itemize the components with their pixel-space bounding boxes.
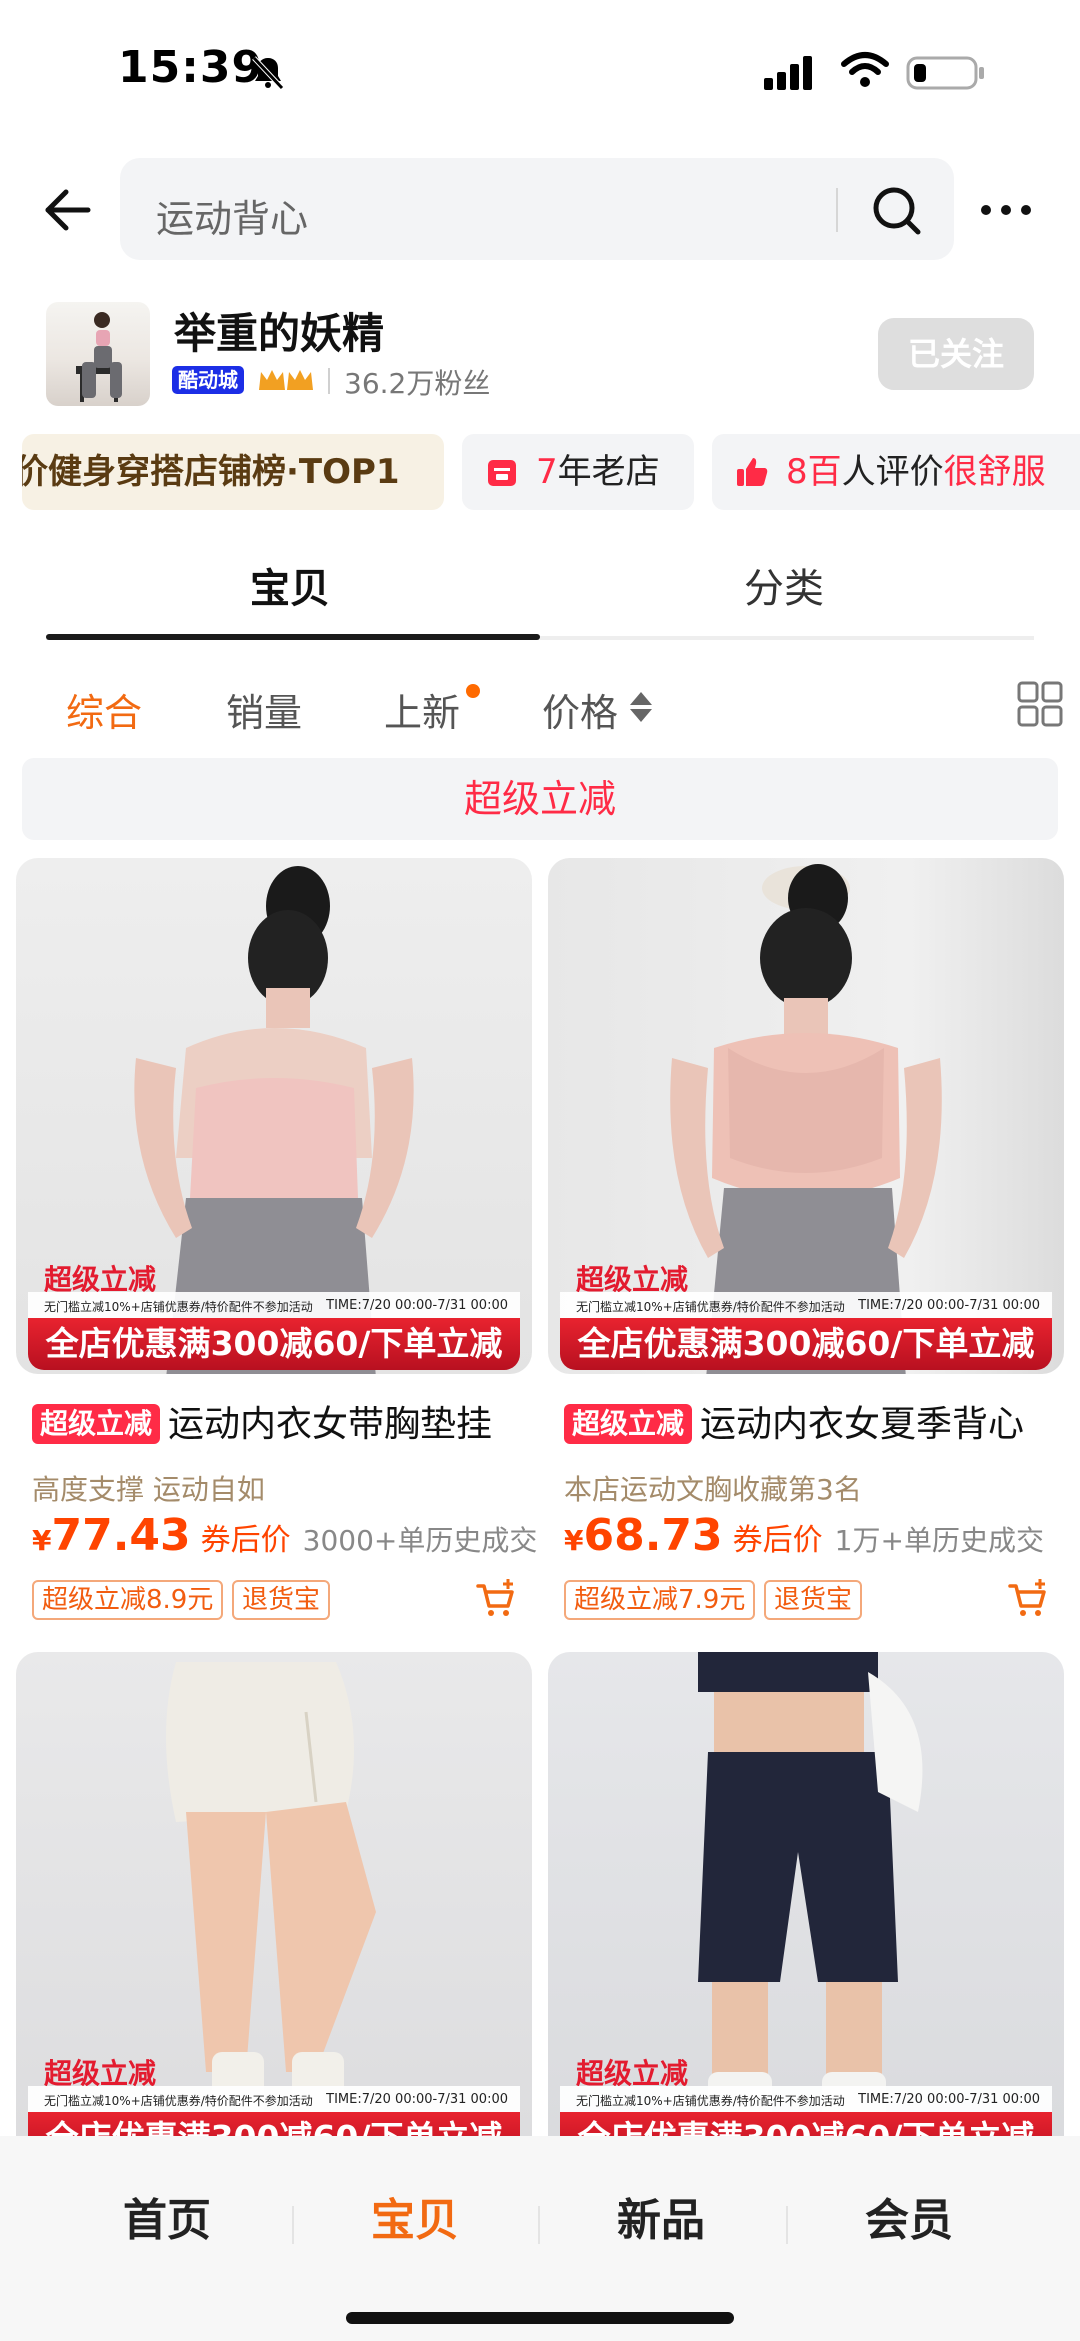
product-title[interactable]: 运动内衣女带胸垫挂	[168, 1398, 492, 1452]
after-coupon-label: 券后价	[732, 1523, 823, 1558]
years-badge[interactable]: 7年老店	[462, 434, 694, 510]
currency-symbol: ¥	[32, 1524, 52, 1557]
years-text: 年老店	[557, 452, 660, 492]
new-indicator-dot	[466, 684, 480, 698]
status-bar: 15:39	[0, 0, 1080, 150]
strip-main: 全店优惠满300减60/下单立减	[560, 1318, 1052, 1370]
bottom-navigation: 首页 宝贝 新品 会员	[0, 2136, 1080, 2341]
add-to-cart-icon[interactable]	[474, 1576, 518, 1620]
wifi-icon	[841, 52, 889, 87]
add-to-cart-icon[interactable]	[1006, 1576, 1050, 1620]
reviews-extra: 很舒服	[943, 452, 1046, 492]
thumbs-up-icon	[737, 458, 768, 486]
discount-chip: 超级立减7.9元	[564, 1580, 756, 1620]
search-icon[interactable]	[868, 182, 924, 238]
fans-count: 36.2万粉丝	[344, 367, 491, 400]
strip-time: TIME:7/20 00:00-7/31 00:00	[858, 2092, 1040, 2107]
price-row: ¥68.73 券后价 1万+单历史成交	[564, 1510, 1044, 1566]
strip-time: TIME:7/20 00:00-7/31 00:00	[858, 1298, 1040, 1313]
promo-tag: 超级立减	[564, 1404, 693, 1444]
strip-main: 全店优惠满300减60/下单立减	[28, 1318, 520, 1370]
product-price: 77.43	[51, 1510, 191, 1561]
divider	[328, 368, 330, 394]
return-insurance-chip: 退货宝	[764, 1580, 863, 1620]
nav-home[interactable]: 首页	[44, 2184, 290, 2248]
reviews-badge[interactable]: 8百人评价很舒服	[712, 434, 1080, 510]
battery-icon	[906, 56, 984, 90]
product-subtitle: 本店运动文胸收藏第3名	[564, 1473, 862, 1506]
product-price: 68.73	[583, 1510, 723, 1561]
crown-level-icon	[259, 370, 313, 390]
follow-button[interactable]: 已关注	[878, 318, 1034, 390]
strip-time: TIME:7/20 00:00-7/31 00:00	[326, 2092, 508, 2107]
rank-badge-text: 价健身穿搭店铺榜·TOP1	[22, 452, 400, 492]
search-bar[interactable]: 运动背心	[120, 158, 954, 260]
strip-time: TIME:7/20 00:00-7/31 00:00	[326, 1298, 508, 1313]
more-options-icon[interactable]	[976, 190, 1036, 230]
bell-muted-icon	[252, 56, 284, 90]
status-time: 15:39	[118, 42, 264, 93]
tab-products[interactable]: 宝贝	[250, 556, 330, 614]
strip-note: 无门槛立减10%+店铺优惠券/特价配件不参加活动	[576, 1300, 845, 1314]
currency-symbol: ¥	[564, 1524, 584, 1557]
sort-arrows-icon[interactable]	[628, 688, 654, 726]
rank-badge[interactable]: 价健身穿搭店铺榜·TOP1	[22, 434, 444, 510]
shop-avatar[interactable]	[46, 302, 150, 406]
product-subtitle: 高度支撑 运动自如	[32, 1473, 265, 1506]
product-title-row[interactable]: 超级立减 运动内衣女夏季背心	[548, 1398, 1064, 1454]
home-indicator[interactable]	[346, 2312, 734, 2324]
reviews-number: 8百	[786, 452, 842, 492]
return-insurance-chip: 退货宝	[232, 1580, 331, 1620]
strip-note: 无门槛立减10%+店铺优惠券/特价配件不参加活动	[44, 1300, 313, 1314]
back-arrow-icon[interactable]	[38, 180, 98, 240]
promo-tag: 超级立减	[32, 1404, 161, 1444]
sort-new[interactable]: 上新	[384, 682, 460, 737]
shop-tag-badge: 酷动城	[172, 366, 244, 394]
price-row: ¥77.43 券后价 3000+单历史成交	[32, 1510, 537, 1566]
search-input[interactable]: 运动背心	[156, 188, 308, 243]
product-image[interactable]: 超级立减 无门槛立减10%+店铺优惠券/特价配件不参加活动 TIME:7/20 …	[16, 858, 532, 1374]
promo-strip: 超级立减 无门槛立减10%+店铺优惠券/特价配件不参加活动 TIME:7/20 …	[560, 1263, 1052, 1370]
promo-banner[interactable]: 超级立减	[22, 758, 1058, 840]
search-divider	[836, 188, 838, 232]
nav-products[interactable]: 宝贝	[292, 2184, 538, 2248]
sort-price[interactable]: 价格	[542, 682, 618, 737]
product-image[interactable]: 超级立减 无门槛立减10%+店铺优惠券/特价配件不参加活动 TIME:7/20 …	[16, 1652, 532, 2168]
nav-member[interactable]: 会员	[786, 2184, 1032, 2248]
discount-chip: 超级立减8.9元	[32, 1580, 224, 1620]
product-title-row[interactable]: 超级立减 运动内衣女带胸垫挂	[16, 1398, 532, 1454]
store-icon	[488, 460, 516, 486]
after-coupon-label: 券后价	[200, 1523, 291, 1558]
grid-layout-icon[interactable]	[1016, 680, 1064, 728]
promo-strip: 超级立减 无门槛立减10%+店铺优惠券/特价配件不参加活动 TIME:7/20 …	[28, 1263, 520, 1370]
product-image[interactable]: 超级立减 无门槛立减10%+店铺优惠券/特价配件不参加活动 TIME:7/20 …	[548, 1652, 1064, 2168]
shop-avatar-image	[76, 312, 122, 402]
tab-categories[interactable]: 分类	[744, 556, 824, 614]
nav-new[interactable]: 新品	[538, 2184, 784, 2248]
tab-active-indicator	[46, 634, 540, 640]
sold-count: 1万+单历史成交	[834, 1524, 1044, 1557]
reviews-text: 人评价	[841, 452, 944, 492]
product-title[interactable]: 运动内衣女夏季背心	[700, 1398, 1024, 1452]
strip-note: 无门槛立减10%+店铺优惠券/特价配件不参加活动	[44, 2094, 313, 2108]
years-number: 7	[536, 452, 558, 492]
sold-count: 3000+单历史成交	[302, 1524, 538, 1557]
strip-note: 无门槛立减10%+店铺优惠券/特价配件不参加活动	[576, 2094, 845, 2108]
sort-sales[interactable]: 销量	[226, 682, 302, 737]
cellular-signal-icon	[764, 56, 812, 90]
shop-name[interactable]: 举重的妖精	[174, 300, 384, 361]
sort-comprehensive[interactable]: 综合	[66, 682, 142, 737]
shop-badges-row[interactable]: 价健身穿搭店铺榜·TOP1 7年老店 8百人评价很舒服	[0, 434, 1080, 510]
product-image[interactable]: 超级立减 无门槛立减10%+店铺优惠券/特价配件不参加活动 TIME:7/20 …	[548, 858, 1064, 1374]
